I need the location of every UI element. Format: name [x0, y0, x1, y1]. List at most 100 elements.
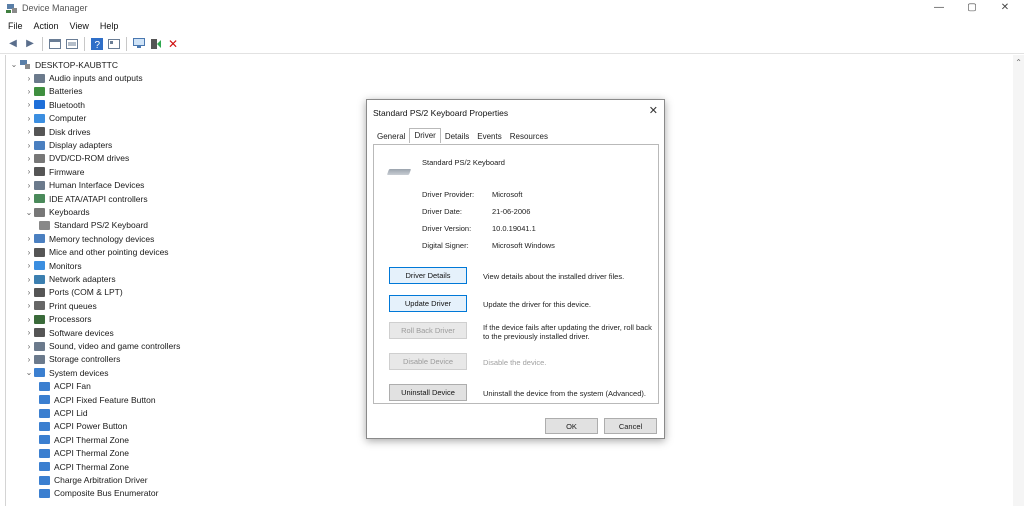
- chevron-right-icon[interactable]: ›: [24, 315, 34, 324]
- tree-child-item[interactable]: ACPI Thermal Zone: [39, 447, 129, 460]
- chevron-right-icon[interactable]: ›: [24, 342, 34, 351]
- properties-icon[interactable]: [65, 37, 79, 51]
- tree-category-item[interactable]: › Display adapters: [24, 139, 113, 152]
- tab-events[interactable]: Events: [473, 130, 505, 143]
- chevron-down-icon[interactable]: ⌄: [24, 368, 34, 377]
- digital-signer-value: Microsoft Windows: [492, 241, 555, 250]
- tree-category-item[interactable]: › Human Interface Devices: [24, 179, 145, 192]
- tree-item-label: Human Interface Devices: [49, 180, 145, 191]
- tree-category-item[interactable]: › Processors: [24, 313, 92, 326]
- uninstall-icon[interactable]: ✕: [166, 37, 180, 51]
- chevron-right-icon[interactable]: ›: [24, 261, 34, 270]
- chevron-right-icon[interactable]: ›: [24, 275, 34, 284]
- dialog-close-icon[interactable]: ✕: [649, 104, 658, 117]
- chevron-right-icon[interactable]: ›: [24, 100, 34, 109]
- tab-details[interactable]: Details: [441, 130, 473, 143]
- device-category-icon: [34, 314, 45, 324]
- tree-child-item[interactable]: Composite Bus Enumerator: [39, 487, 158, 500]
- tree-category-item[interactable]: › Software devices: [24, 326, 114, 339]
- tree-category-item[interactable]: › Audio inputs and outputs: [24, 72, 143, 85]
- maximize-button[interactable]: ▢: [957, 1, 987, 15]
- device-category-icon: [34, 234, 45, 244]
- tree-category-item[interactable]: › Mice and other pointing devices: [24, 246, 169, 259]
- tree-root[interactable]: ⌄ DESKTOP-KAUBTTC: [9, 58, 118, 71]
- tab-driver[interactable]: Driver: [409, 128, 441, 143]
- chevron-right-icon[interactable]: ›: [24, 355, 34, 364]
- driver-date-label: Driver Date:: [422, 207, 463, 216]
- minimize-button[interactable]: —: [924, 1, 954, 15]
- tree-child-item[interactable]: ACPI Power Button: [39, 420, 127, 433]
- tree-root-label: DESKTOP-KAUBTTC: [35, 59, 118, 70]
- chevron-right-icon[interactable]: ›: [24, 328, 34, 337]
- chevron-down-icon[interactable]: ⌄: [9, 60, 19, 69]
- driver-details-button[interactable]: Driver Details: [389, 267, 467, 284]
- tree-child-item[interactable]: ACPI Lid: [39, 407, 88, 420]
- tree-child-item[interactable]: ACPI Fan: [39, 380, 91, 393]
- menu-file[interactable]: File: [8, 21, 23, 31]
- tree-child-item[interactable]: ACPI Thermal Zone: [39, 433, 129, 446]
- chevron-right-icon[interactable]: ›: [24, 248, 34, 257]
- update-driver-button[interactable]: Update Driver: [389, 295, 467, 312]
- tree-category-item[interactable]: › Ports (COM & LPT): [24, 286, 123, 299]
- tree-item-label: Ports (COM & LPT): [49, 287, 123, 298]
- chevron-right-icon[interactable]: ›: [24, 234, 34, 243]
- device-category-icon: [34, 140, 45, 150]
- chevron-right-icon[interactable]: ›: [24, 114, 34, 123]
- tree-category-item[interactable]: › Print queues: [24, 299, 97, 312]
- device-category-icon: [39, 421, 50, 431]
- tree-child-item[interactable]: ACPI Thermal Zone: [39, 460, 129, 473]
- menu-action[interactable]: Action: [34, 21, 59, 31]
- tree-item-label: Monitors: [49, 260, 82, 271]
- chevron-right-icon[interactable]: ›: [24, 301, 34, 310]
- menu-help[interactable]: Help: [100, 21, 119, 31]
- view-icon[interactable]: [107, 37, 121, 51]
- tree-child-item[interactable]: ACPI Fixed Feature Button: [39, 393, 156, 406]
- tab-general[interactable]: General: [373, 130, 409, 143]
- tree-category-item[interactable]: › IDE ATA/ATAPI controllers: [24, 192, 148, 205]
- device-category-icon: [34, 153, 45, 163]
- forward-icon[interactable]: ▶: [23, 37, 37, 51]
- tab-resources[interactable]: Resources: [506, 130, 552, 143]
- cancel-button[interactable]: Cancel: [604, 418, 657, 434]
- chevron-right-icon[interactable]: ›: [24, 87, 34, 96]
- back-icon[interactable]: ◀: [6, 37, 20, 51]
- scan-hardware-icon[interactable]: [132, 37, 146, 51]
- uninstall-device-button[interactable]: Uninstall Device: [389, 384, 467, 401]
- chevron-right-icon[interactable]: ›: [24, 141, 34, 150]
- ok-button[interactable]: OK: [545, 418, 598, 434]
- tree-child-item[interactable]: Standard PS/2 Keyboard: [39, 219, 148, 232]
- close-button[interactable]: ✕: [990, 1, 1020, 15]
- tree-category-item[interactable]: › Memory technology devices: [24, 232, 155, 245]
- chevron-right-icon[interactable]: ›: [24, 154, 34, 163]
- roll-back-driver-button[interactable]: Roll Back Driver: [389, 322, 467, 339]
- tree-category-item[interactable]: › Storage controllers: [24, 353, 121, 366]
- chevron-right-icon[interactable]: ›: [24, 74, 34, 83]
- update-driver-icon[interactable]: [149, 37, 163, 51]
- tree-category-item[interactable]: › Bluetooth: [24, 98, 85, 111]
- scroll-up-arrow-icon[interactable]: ⌃: [1015, 58, 1022, 67]
- chevron-right-icon[interactable]: ›: [24, 167, 34, 176]
- tree-child-item[interactable]: Charge Arbitration Driver: [39, 474, 148, 487]
- help-icon[interactable]: ?: [90, 37, 104, 51]
- tree-category-item[interactable]: › Batteries: [24, 85, 83, 98]
- chevron-right-icon[interactable]: ›: [24, 181, 34, 190]
- chevron-right-icon[interactable]: ›: [24, 127, 34, 136]
- tree-category-item[interactable]: › Monitors: [24, 259, 82, 272]
- tree-category-item[interactable]: › Firmware: [24, 165, 85, 178]
- show-hide-tree-icon[interactable]: [48, 37, 62, 51]
- tree-category-item[interactable]: › Network adapters: [24, 273, 116, 286]
- tree-category-item[interactable]: ⌄ System devices: [24, 366, 109, 379]
- tree-category-item[interactable]: ⌄ Keyboards: [24, 206, 90, 219]
- tree-item-label: ACPI Fixed Feature Button: [54, 394, 156, 405]
- disable-device-button[interactable]: Disable Device: [389, 353, 467, 370]
- device-category-icon: [34, 287, 45, 297]
- tree-category-item[interactable]: › Sound, video and game controllers: [24, 340, 181, 353]
- chevron-down-icon[interactable]: ⌄: [24, 208, 34, 217]
- vertical-scrollbar[interactable]: [1013, 55, 1024, 506]
- chevron-right-icon[interactable]: ›: [24, 288, 34, 297]
- tree-category-item[interactable]: › Disk drives: [24, 125, 91, 138]
- tree-category-item[interactable]: › Computer: [24, 112, 87, 125]
- menu-view[interactable]: View: [70, 21, 89, 31]
- chevron-right-icon[interactable]: ›: [24, 194, 34, 203]
- tree-category-item[interactable]: › DVD/CD-ROM drives: [24, 152, 130, 165]
